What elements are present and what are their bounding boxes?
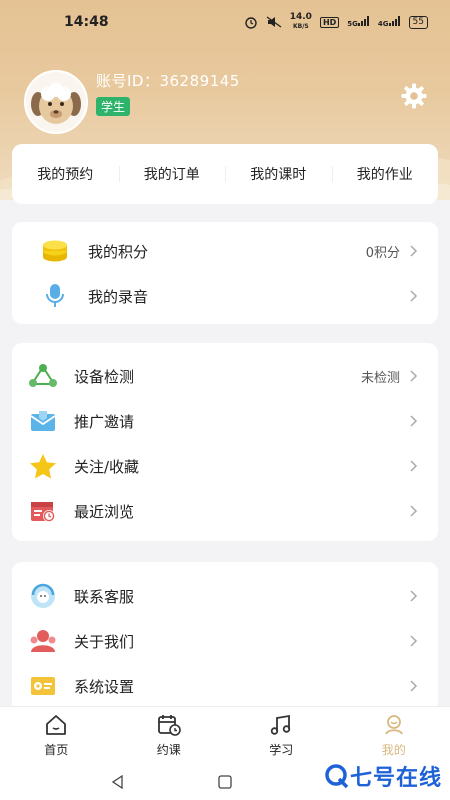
alarm-icon [245,17,257,29]
star-icon [28,451,58,481]
coins-icon [40,236,70,266]
device-check-row[interactable]: 设备检测 未检测 [12,354,438,398]
invite-label: 推广邀请 [74,412,135,431]
speed-value: 14.0 [289,12,312,22]
about-label: 关于我们 [74,632,135,651]
quick-my-orders[interactable]: 我的订单 [118,164,226,184]
tab-mine[interactable]: 我的 [338,707,450,764]
chevron-right-icon [410,290,420,302]
chevron-right-icon [410,415,420,427]
chevron-right-icon [410,370,420,382]
points-value: 0积分 [365,245,400,261]
chevron-right-icon [410,245,420,257]
chevron-right-icon [410,590,420,602]
tools-card: 设备检测 未检测 推广邀请 关注/收藏 最近浏览 [12,343,438,541]
account-id: 账号ID：36289145 [96,72,240,90]
chevron-right-icon [410,635,420,647]
back-icon[interactable] [111,775,125,789]
chevron-right-icon [410,680,420,692]
avatar[interactable] [24,70,88,134]
settings-gear-icon[interactable] [400,82,428,110]
tab-booking[interactable]: 约课 [113,707,226,764]
hd-icon: HD [319,16,340,28]
bottom-nav: 首页 约课 学习 我的 [0,706,450,764]
favorites-row[interactable]: 关注/收藏 [12,444,438,488]
points-card: 我的积分 0积分 我的录音 [12,222,438,324]
tab-home-label: 首页 [44,743,69,757]
microphone-icon [40,281,70,311]
signal-4g-icon: 4G [378,16,401,28]
home-square-icon[interactable] [218,775,232,789]
settings-box-icon [28,671,58,701]
status-icons: 14.0 KB/S HD 5G 4G 55 [244,13,428,31]
music-note-icon [271,714,291,735]
recording-row[interactable]: 我的录音 [12,274,438,318]
profile-section: 账号ID：36289145 学生 [24,70,240,134]
tab-study-label: 学习 [269,743,294,757]
settings-label: 系统设置 [74,677,135,696]
service-row[interactable]: 联系客服 [12,574,438,618]
mute-icon [266,16,282,28]
user-icon [384,715,403,735]
tab-study[interactable]: 学习 [225,707,338,764]
home-icon [46,715,67,735]
chevron-right-icon [410,460,420,472]
battery-indicator: 55 [408,15,428,29]
share-network-icon [28,361,58,391]
quick-my-lesson-hours[interactable]: 我的课时 [225,164,332,184]
customer-service-icon [28,581,58,611]
tab-booking-label: 约课 [156,743,181,757]
calendar-icon [157,715,181,736]
network-speed: 14.0 KB/S [290,13,312,31]
settings-row[interactable]: 系统设置 [12,664,438,708]
invite-row[interactable]: 推广邀请 [12,399,438,443]
quick-my-homework[interactable]: 我的作业 [331,164,439,184]
status-bar: 14:48 14.0 KB/S HD 5G 4G 55 [0,0,450,44]
recording-label: 我的录音 [88,287,149,306]
service-label: 联系客服 [74,587,135,606]
support-card: 联系客服 关于我们 系统设置 [12,562,438,712]
net2-label: 4G [377,20,389,28]
status-time: 14:48 [64,14,109,30]
favorites-label: 关注/收藏 [74,457,140,476]
speed-unit: KB/S [292,23,309,30]
device-check-label: 设备检测 [74,367,135,386]
envelope-icon [28,406,58,436]
quick-links-card: 我的预约 我的订单 我的课时 我的作业 [12,144,438,204]
sheep-avatar-icon [26,72,86,132]
calendar-clock-icon [28,496,58,526]
about-row[interactable]: 关于我们 [12,619,438,663]
net1-label: 5G [347,20,358,28]
points-row[interactable]: 我的积分 0积分 [12,229,438,273]
watermark-text: 七号在线 [349,766,442,791]
people-icon [28,626,58,656]
quick-my-appointments[interactable]: 我的预约 [12,164,119,184]
signal-5g-icon: 5G [347,16,370,28]
tab-mine-label: 我的 [381,743,406,757]
role-badge: 学生 [96,97,131,116]
watermark-logo: 七号在线 [324,760,442,792]
tab-home[interactable]: 首页 [0,707,113,764]
points-label: 我的积分 [88,242,149,261]
chevron-right-icon [410,505,420,517]
device-check-value: 未检测 [360,370,400,386]
recent-label: 最近浏览 [74,502,135,521]
watermark-q-icon [325,764,349,789]
recent-row[interactable]: 最近浏览 [12,489,438,533]
